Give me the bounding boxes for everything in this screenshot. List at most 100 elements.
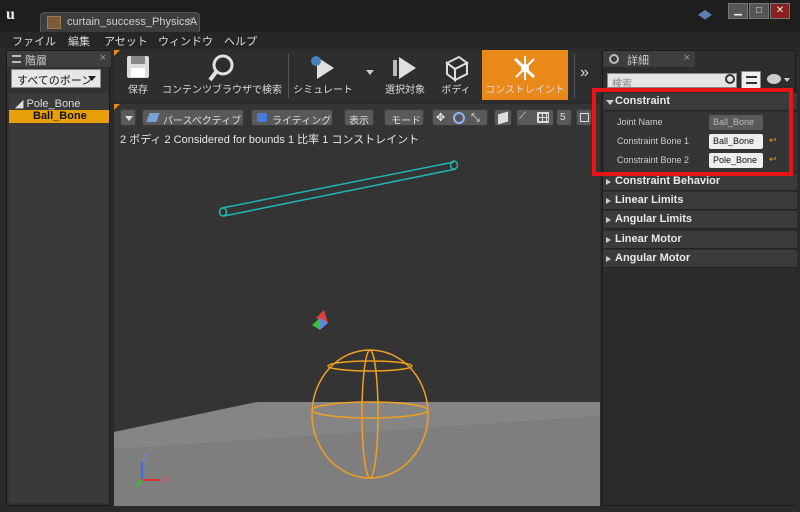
- toolbar-overflow-button[interactable]: »: [580, 64, 589, 82]
- axis-x-label: X: [162, 475, 168, 485]
- viewport-stats: 2 ボディ 2 Considered for bounds 1 比率 1 コンス…: [120, 134, 420, 146]
- surface-snap-button[interactable]: [494, 109, 512, 126]
- section-label: Constraint Behavior: [615, 175, 721, 187]
- chevron-down-icon: [88, 76, 96, 81]
- viewport[interactable]: Z X パースペクティブ ライティング 表示 モード ✥ ⤡ ⟋ 5 2 ボディ…: [114, 104, 600, 506]
- mode-button[interactable]: モード: [384, 109, 424, 127]
- section-label: Linear Limits: [615, 194, 684, 206]
- section-linear-limits[interactable]: Linear Limits: [603, 192, 797, 210]
- cube-icon: [498, 111, 508, 125]
- close-window-button[interactable]: ✕: [770, 3, 790, 19]
- lighting-icon: [257, 113, 267, 122]
- close-tab-icon[interactable]: ×: [187, 15, 193, 27]
- menu-asset[interactable]: アセット: [104, 33, 148, 49]
- section-label: Linear Motor: [615, 233, 682, 245]
- save-icon: [127, 56, 149, 78]
- menu-edit[interactable]: 編集: [68, 33, 90, 49]
- menu-help[interactable]: ヘルプ: [224, 33, 257, 49]
- body-icon: [445, 55, 469, 82]
- toolbar: 保存 コンテンツブラウザで検索 シミュレート 選択対象 ボディ コンストレイント…: [114, 50, 600, 102]
- constraint-gizmo-icon[interactable]: [312, 310, 328, 330]
- constraint-mode-label: コンストレイント: [485, 85, 565, 96]
- find-in-content-browser-button[interactable]: コンテンツブラウザで検索: [160, 50, 284, 100]
- bone-filter-value: すべてのボーン: [17, 75, 93, 87]
- hierarchy-tab-label: 階層: [25, 55, 47, 67]
- chevron-down-icon: [125, 116, 133, 121]
- simulate-button[interactable]: シミュレート: [292, 50, 354, 100]
- document-tab[interactable]: curtain_success_PhysicsA ×: [40, 12, 200, 32]
- lighting-button[interactable]: ライティング: [251, 109, 333, 127]
- save-button[interactable]: 保存: [118, 50, 158, 100]
- hierarchy-tab[interactable]: 階層 ×: [7, 51, 111, 67]
- details-search-input[interactable]: 検索: [607, 73, 737, 90]
- details-tab-label: 詳細: [627, 55, 649, 67]
- section-angular-limits[interactable]: Angular Limits: [603, 211, 797, 229]
- viewport-options-button[interactable]: [120, 109, 136, 126]
- visibility-chevron-icon[interactable]: [784, 78, 790, 82]
- lighting-label: ライティング: [272, 116, 332, 127]
- snap-icon[interactable]: ⟋: [519, 111, 533, 124]
- search-icon: [725, 74, 735, 84]
- axis-z-label: Z: [142, 453, 148, 463]
- grid-size-value[interactable]: 5: [556, 109, 572, 126]
- section-label: Angular Motor: [615, 252, 691, 264]
- grid-snap-toggles: ⟋: [516, 109, 554, 126]
- title-bar: u curtain_success_PhysicsA × ▁ □ ✕: [0, 0, 800, 32]
- details-tab[interactable]: 詳細 ×: [603, 51, 695, 67]
- perspective-label: パースペクティブ: [163, 116, 242, 127]
- translate-icon[interactable]: ✥: [436, 112, 448, 124]
- magnifier-icon: [208, 54, 234, 82]
- collapsed-arrow-icon: [606, 217, 611, 223]
- constraint-icon: [513, 56, 536, 80]
- section-label: Angular Limits: [615, 213, 693, 225]
- maximize-button[interactable]: □: [749, 3, 769, 19]
- viewport-layout-button[interactable]: [576, 109, 592, 126]
- simulate-label: シミュレート: [293, 85, 353, 96]
- perspective-button[interactable]: パースペクティブ: [142, 109, 244, 127]
- play-selected-button[interactable]: 選択対象: [380, 50, 430, 100]
- minimize-button[interactable]: ▁: [728, 3, 748, 19]
- menu-window[interactable]: ウィンドウ: [158, 33, 213, 49]
- section-linear-motor[interactable]: Linear Motor: [603, 231, 797, 249]
- play-selected-icon: [393, 57, 416, 79]
- tree-item-ball-bone[interactable]: Ball_Bone: [9, 110, 109, 123]
- highlight-annotation-box: [592, 88, 793, 176]
- simulate-options-chevron-icon[interactable]: [366, 70, 374, 75]
- save-label: 保存: [128, 85, 148, 96]
- collapsed-arrow-icon: [606, 198, 611, 204]
- collapsed-arrow-icon: [606, 179, 611, 185]
- perspective-cube-icon: [146, 113, 160, 122]
- simulate-icon: [311, 56, 334, 79]
- scale-icon[interactable]: ⤡: [471, 112, 483, 124]
- maximize-viewport-icon: [580, 113, 589, 122]
- show-button[interactable]: 表示: [344, 109, 374, 127]
- close-panel-icon[interactable]: ×: [684, 52, 690, 64]
- details-empty-area: [603, 269, 797, 505]
- menu-file[interactable]: ファイル: [12, 33, 56, 49]
- viewport-scene[interactable]: Z X: [114, 104, 600, 506]
- hierarchy-panel: 階層 × すべてのボーン ◢ Pole_Bone Ball_Bone: [6, 50, 111, 506]
- find-in-content-browser-label: コンテンツブラウザで検索: [162, 85, 282, 96]
- pole-capsule[interactable]: [218, 160, 459, 217]
- graduation-cap-icon[interactable]: [698, 10, 712, 20]
- body-mode-button[interactable]: ボディ: [436, 50, 476, 100]
- transform-tools: ✥ ⤡: [432, 109, 488, 126]
- hierarchy-icon: [12, 55, 21, 63]
- viewport-toolbar: パースペクティブ ライティング 表示 モード ✥ ⤡ ⟋ 5: [114, 104, 600, 128]
- details-magnifier-icon: [609, 54, 619, 64]
- grid-icon[interactable]: [537, 112, 549, 123]
- property-matrix-button[interactable]: [741, 71, 761, 89]
- rotate-icon[interactable]: [453, 112, 465, 124]
- eye-icon[interactable]: [767, 74, 781, 84]
- constraint-mode-button[interactable]: コンストレイント: [482, 50, 568, 100]
- collapsed-arrow-icon: [606, 237, 611, 243]
- collapsed-arrow-icon: [606, 256, 611, 262]
- physics-asset-icon: [47, 16, 61, 29]
- tree-item-pole-bone[interactable]: ◢ Pole_Bone: [9, 97, 109, 110]
- unreal-logo-icon: u: [6, 6, 15, 23]
- close-panel-icon[interactable]: ×: [100, 52, 106, 64]
- toolbar-divider: [574, 54, 575, 98]
- bone-filter-dropdown[interactable]: すべてのボーン: [11, 69, 101, 88]
- section-angular-motor[interactable]: Angular Motor: [603, 250, 797, 268]
- toolbar-divider: [288, 54, 289, 98]
